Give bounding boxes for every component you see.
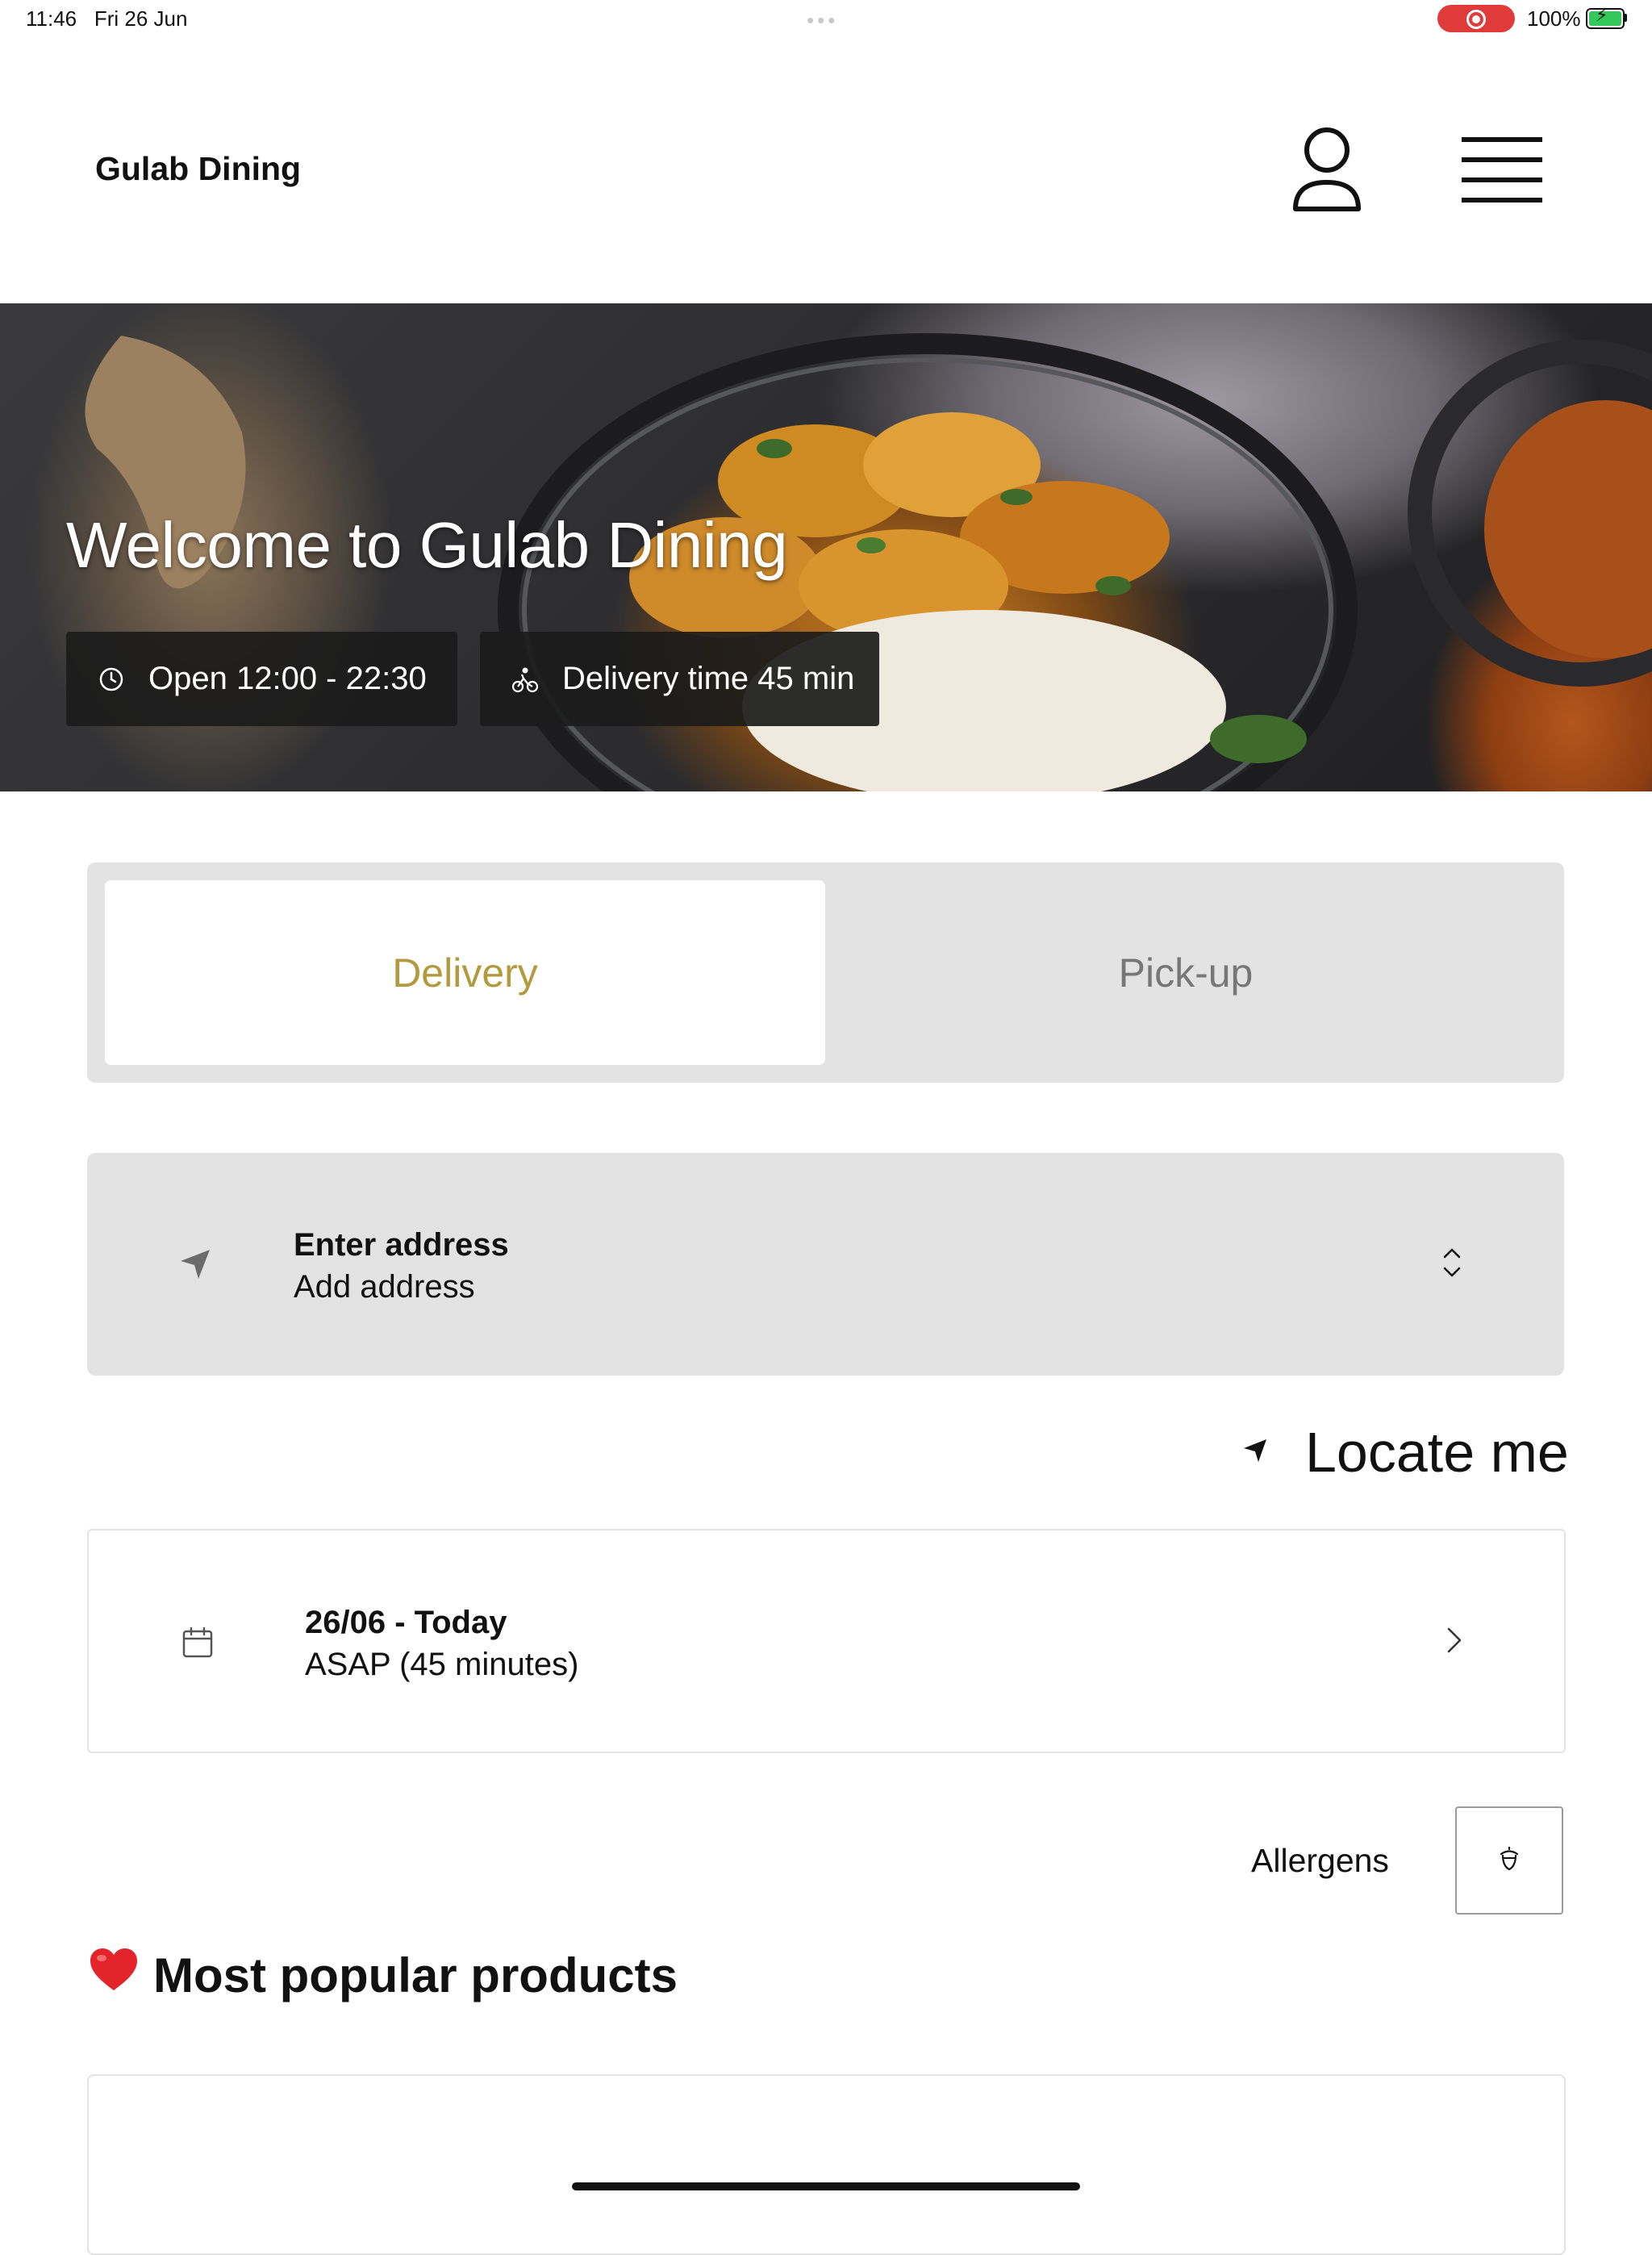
status-date: Fri 26 Jun <box>94 6 188 31</box>
allergens-label: Allergens <box>1251 1842 1389 1879</box>
schedule-time: ASAP (45 minutes) <box>305 1647 579 1682</box>
address-selector[interactable]: Enter address Add address <box>87 1153 1564 1376</box>
chevron-right-icon <box>1446 1626 1463 1659</box>
user-icon <box>1293 127 1361 211</box>
status-time: 11:46 Fri 26 Jun <box>26 6 187 31</box>
status-clock: 11:46 <box>26 6 77 31</box>
pickup-tab[interactable]: Pick-up <box>825 880 1546 1065</box>
battery-percent: 100% <box>1527 6 1581 31</box>
section-title: Most popular products <box>89 1947 678 2003</box>
menu-button[interactable] <box>1462 136 1542 205</box>
menu-icon <box>1462 137 1542 203</box>
delivery-time-chip: Delivery time 45 min <box>480 632 879 726</box>
section-title-text: Most popular products <box>153 1948 678 2002</box>
hero-title: Welcome to Gulab Dining <box>66 509 788 581</box>
location-arrow-icon <box>177 1247 213 1286</box>
address-subtitle: Add address <box>294 1269 475 1305</box>
order-mode-toggle: Delivery Pick-up <box>87 862 1564 1083</box>
product-card[interactable] <box>87 2074 1566 2255</box>
allergen-acorn-icon <box>1499 1845 1520 1875</box>
chevron-up-down-icon <box>1441 1245 1463 1284</box>
home-indicator[interactable] <box>572 2182 1080 2190</box>
locate-me-button[interactable]: Locate me <box>1242 1420 1569 1485</box>
delivery-schedule-selector[interactable]: 26/06 - Today ASAP (45 minutes) <box>87 1529 1566 1753</box>
screen-recording-indicator[interactable] <box>1437 5 1515 32</box>
locate-me-label: Locate me <box>1305 1421 1569 1484</box>
brand-name[interactable]: Gulab Dining <box>95 150 301 188</box>
clock-icon <box>95 663 127 695</box>
allergens-button[interactable] <box>1455 1806 1563 1915</box>
location-arrow-icon <box>1242 1438 1268 1468</box>
calendar-icon <box>181 1626 215 1664</box>
battery-icon: ⚡ <box>1586 6 1625 29</box>
opening-hours-chip: Open 12:00 - 22:30 <box>66 632 457 726</box>
delivery-tab[interactable]: Delivery <box>105 880 825 1065</box>
account-button[interactable] <box>1291 126 1363 216</box>
bike-icon <box>509 663 541 695</box>
multitask-dots[interactable]: ••• <box>807 8 838 33</box>
opening-hours-text: Open 12:00 - 22:30 <box>148 661 427 696</box>
address-title: Enter address <box>294 1227 509 1263</box>
delivery-time-text: Delivery time 45 min <box>562 661 855 696</box>
heart-icon <box>89 1947 139 2003</box>
schedule-date: 26/06 - Today <box>305 1605 507 1640</box>
